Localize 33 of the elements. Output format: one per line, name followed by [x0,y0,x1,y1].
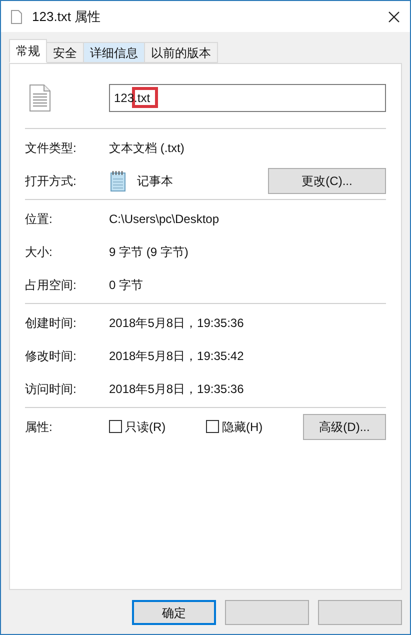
checkbox-label: 只读(R) [125,418,166,436]
checkbox[interactable] [206,420,219,433]
field-label: 占用空间: [25,276,78,294]
field-label: 大小: [25,244,54,260]
checkbox[interactable] [109,420,122,433]
field-label: 访问时间: [25,380,78,398]
field-value: 2018年5月8日，19:35:36 [109,314,244,332]
field-value: 9 字节 (9 字节) [109,244,188,260]
document-icon [29,84,51,112]
field-value: 2018年5月8日，19:35:42 [109,348,244,364]
notepad-icon [109,170,127,192]
field-label: 文件类型: [25,140,78,156]
field-label: 位置: [25,210,54,228]
tab[interactable]: 详细信息 [83,42,145,63]
field-label: 打开方式: [25,172,78,190]
window-title: 123.txt 属性 [32,8,101,26]
close-icon[interactable] [388,10,400,22]
field-label: 创建时间: [25,314,78,332]
document-icon [11,10,22,24]
field-label: 修改时间: [25,348,78,364]
tab[interactable]: 以前的版本 [144,42,218,63]
tab[interactable]: 安全 [46,42,84,63]
field-value: C:\Users\pc\Desktop [109,210,220,228]
field-value: 记事本 [137,172,174,190]
change-button[interactable]: 更改(C)... [268,168,386,194]
field-value: 文本文档 (.txt) [109,140,184,156]
field-value: 0 字节 [109,276,144,294]
tab[interactable]: 常规 [9,39,47,63]
field-value: 2018年5月8日，19:35:36 [109,380,244,398]
dialog-button[interactable]: 确定 [132,600,216,625]
checkbox-label: 隐藏(H) [222,418,263,436]
field-label: 属性: [25,418,54,436]
advanced-button[interactable]: 高级(D)... [303,414,386,440]
